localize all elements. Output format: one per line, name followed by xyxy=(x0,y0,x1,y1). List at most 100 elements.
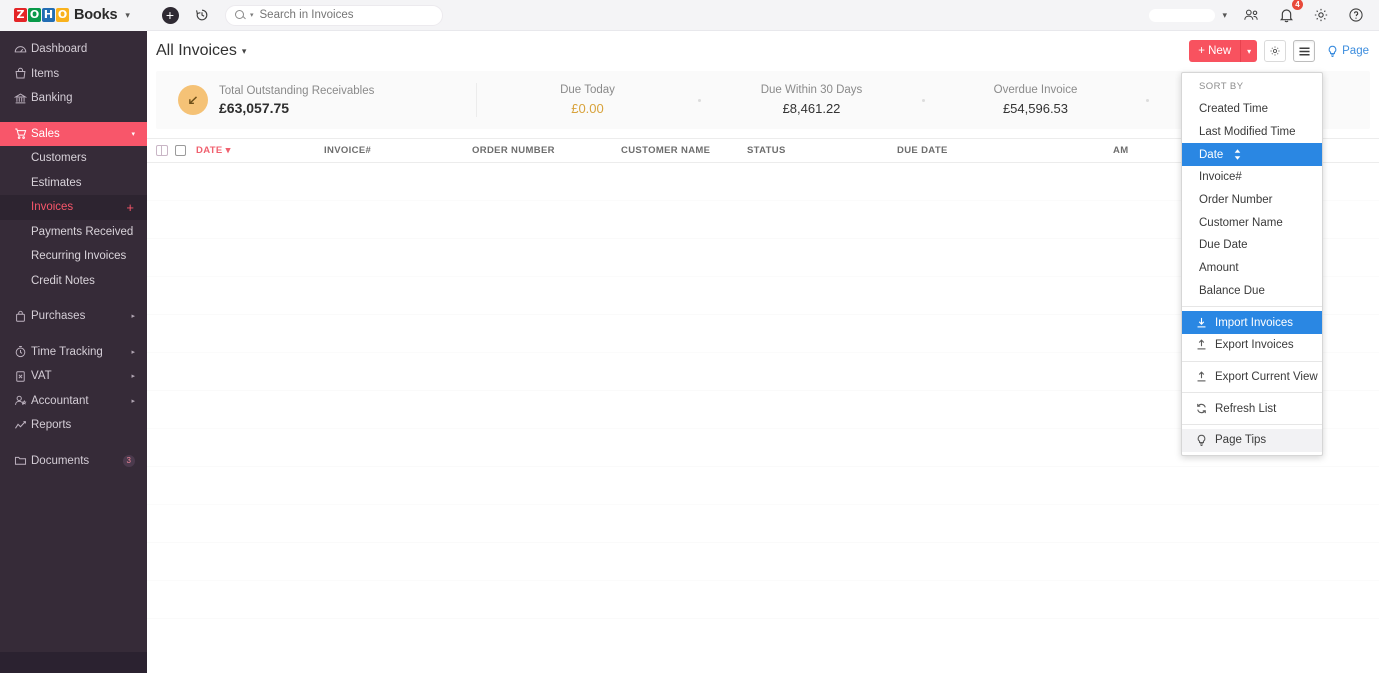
add-invoice-icon[interactable]: + xyxy=(126,200,134,215)
list-settings-button[interactable] xyxy=(1264,40,1287,62)
hamburger-icon xyxy=(1298,46,1311,57)
menu-item-customer-name[interactable]: Customer Name xyxy=(1182,211,1322,234)
column-header-invoice-number[interactable]: INVOICE# xyxy=(324,145,472,156)
bell-icon[interactable]: 4 xyxy=(1275,0,1303,26)
sidebar-item-customers[interactable]: Customers xyxy=(0,146,147,171)
page-title[interactable]: All Invoices ▾ xyxy=(156,42,246,60)
column-header-customer-name[interactable]: CUSTOMER NAME xyxy=(621,145,747,156)
summary-primary-text: Total Outstanding Receivables £63,057.75 xyxy=(219,85,374,116)
brand-area[interactable]: Z O H O Books ▾ xyxy=(0,0,147,31)
search-bar[interactable]: ▾ xyxy=(225,4,443,26)
app-body: Dashboard Items Banking Sales ▾ Customer… xyxy=(0,31,1379,673)
menu-item-order-number[interactable]: Order Number xyxy=(1182,189,1322,212)
clock-history-icon[interactable] xyxy=(191,4,213,26)
sort-toggle-icon[interactable] xyxy=(1234,149,1241,160)
sidebar-item-estimates[interactable]: Estimates xyxy=(0,171,147,196)
menu-item-date[interactable]: Date xyxy=(1182,143,1322,167)
zoho-logo: Z O H O xyxy=(14,8,70,23)
cart-icon xyxy=(14,127,31,140)
list-menu-button[interactable] xyxy=(1293,40,1316,62)
zoho-books-app: Z O H O Books ▾ + ▾ Search in Invoices ▾… xyxy=(0,0,1379,673)
new-button[interactable]: + New xyxy=(1189,40,1241,62)
sidebar-item-vat[interactable]: VAT ▸ xyxy=(0,364,147,389)
chevron-down-icon[interactable]: ▾ xyxy=(1222,10,1227,21)
organization-name[interactable] xyxy=(1149,8,1216,22)
menu-item-label: Invoice# xyxy=(1199,171,1242,184)
summary-cell-overdue-invoice: Overdue Invoice £54,596.53 xyxy=(925,84,1146,116)
menu-item-invoice-number[interactable]: Invoice# xyxy=(1182,166,1322,189)
sidebar-item-label: Sales xyxy=(31,127,60,140)
menu-divider xyxy=(1182,392,1322,394)
menu-item-label: Date xyxy=(1199,148,1224,161)
plus-circle-icon[interactable]: + xyxy=(159,4,181,26)
menu-item-amount[interactable]: Amount xyxy=(1182,257,1322,280)
menu-item-due-date[interactable]: Due Date xyxy=(1182,234,1322,257)
table-row[interactable] xyxy=(147,505,1379,543)
summary-primary-label: Total Outstanding Receivables xyxy=(219,84,375,97)
menu-item-label: Export Current View xyxy=(1215,370,1318,383)
sidebar-item-label: Banking xyxy=(31,92,73,105)
sidebar-item-label: Credit Notes xyxy=(31,274,95,287)
menu-item-refresh-list[interactable]: Refresh List xyxy=(1182,397,1322,420)
new-dropdown-caret-icon[interactable]: ▾ xyxy=(1240,40,1258,62)
column-header-due-date[interactable]: DUE DATE xyxy=(897,145,1113,156)
sidebar-item-items[interactable]: Items xyxy=(0,62,147,87)
column-header-date[interactable]: DATE ▾ xyxy=(196,145,324,156)
accountant-icon xyxy=(14,394,31,407)
chevron-right-icon: ▸ xyxy=(131,373,135,381)
chevron-down-icon[interactable]: ▾ xyxy=(125,10,130,21)
table-row[interactable] xyxy=(147,543,1379,581)
column-header-order-number[interactable]: ORDER NUMBER xyxy=(472,145,621,156)
sidebar-item-documents[interactable]: Documents 3 xyxy=(0,449,147,474)
menu-item-label: Last Modified Time xyxy=(1199,126,1296,139)
menu-item-created-time[interactable]: Created Time xyxy=(1182,98,1322,121)
sidebar-item-credit-notes[interactable]: Credit Notes xyxy=(0,269,147,294)
sidebar-item-label: Reports xyxy=(31,419,72,432)
sidebar-nav: Dashboard Items Banking Sales ▾ Customer… xyxy=(0,31,147,652)
page-tips-link[interactable]: Page xyxy=(1327,45,1369,58)
sidebar-footer xyxy=(0,652,147,673)
menu-item-export-invoices[interactable]: Export Invoices xyxy=(1182,334,1322,357)
help-circle-icon[interactable] xyxy=(1345,4,1367,26)
sidebar-item-label: Accountant xyxy=(31,394,89,407)
sidebar-item-banking[interactable]: Banking xyxy=(0,86,147,111)
sidebar-item-label: Invoices xyxy=(31,201,74,214)
search-icon xyxy=(235,9,246,21)
menu-item-balance-due[interactable]: Balance Due xyxy=(1182,280,1322,303)
sidebar-item-payments-received[interactable]: Payments Received xyxy=(0,220,147,245)
sidebar-item-dashboard[interactable]: Dashboard xyxy=(0,37,147,62)
bulb-icon xyxy=(1327,45,1338,58)
menu-item-export-current-view[interactable]: Export Current View xyxy=(1182,366,1322,389)
menu-item-last-modified-time[interactable]: Last Modified Time xyxy=(1182,121,1322,144)
logo-letter-z: Z xyxy=(14,8,27,22)
sidebar-item-recurring-invoices[interactable]: Recurring Invoices xyxy=(0,244,147,269)
search-input[interactable] xyxy=(259,9,433,21)
select-all-checkbox[interactable] xyxy=(175,145,186,156)
table-row[interactable] xyxy=(147,581,1379,619)
chevron-right-icon: ▸ xyxy=(131,348,135,356)
chevron-down-icon[interactable]: ▾ xyxy=(250,11,254,19)
chevron-down-icon[interactable]: ▾ xyxy=(242,46,247,57)
menu-item-page-tips[interactable]: Page Tips xyxy=(1182,428,1322,452)
menu-item-label: Export Invoices xyxy=(1215,339,1294,352)
sidebar-item-invoices[interactable]: Invoices + xyxy=(0,195,147,220)
top-bar: Z O H O Books ▾ + ▾ Search in Invoices ▾… xyxy=(0,0,1379,31)
column-header-status[interactable]: STATUS xyxy=(747,145,897,156)
sidebar-item-purchases[interactable]: Purchases ▸ xyxy=(0,304,147,329)
summary-primary-value: £63,057.75 xyxy=(219,99,290,116)
gear-icon[interactable] xyxy=(1310,4,1332,26)
import-icon xyxy=(1195,317,1208,329)
sidebar-item-sales[interactable]: Sales ▾ xyxy=(0,121,147,146)
table-row[interactable] xyxy=(147,467,1379,505)
summary-cell-label: Due Today xyxy=(560,84,615,96)
people-icon[interactable] xyxy=(1240,4,1262,26)
column-settings-icon[interactable] xyxy=(156,144,168,157)
new-button-group: + New ▾ xyxy=(1189,40,1258,62)
sidebar-item-reports[interactable]: Reports xyxy=(0,413,147,438)
logo-letter-o1: O xyxy=(28,8,41,22)
sidebar-item-time-tracking[interactable]: Time Tracking ▸ xyxy=(0,340,147,365)
sidebar-item-accountant[interactable]: Accountant ▸ xyxy=(0,389,147,414)
menu-item-import-invoices[interactable]: Import Invoices xyxy=(1182,311,1322,334)
column-header-label: DATE xyxy=(196,145,223,156)
sidebar: Dashboard Items Banking Sales ▾ Customer… xyxy=(0,31,147,673)
